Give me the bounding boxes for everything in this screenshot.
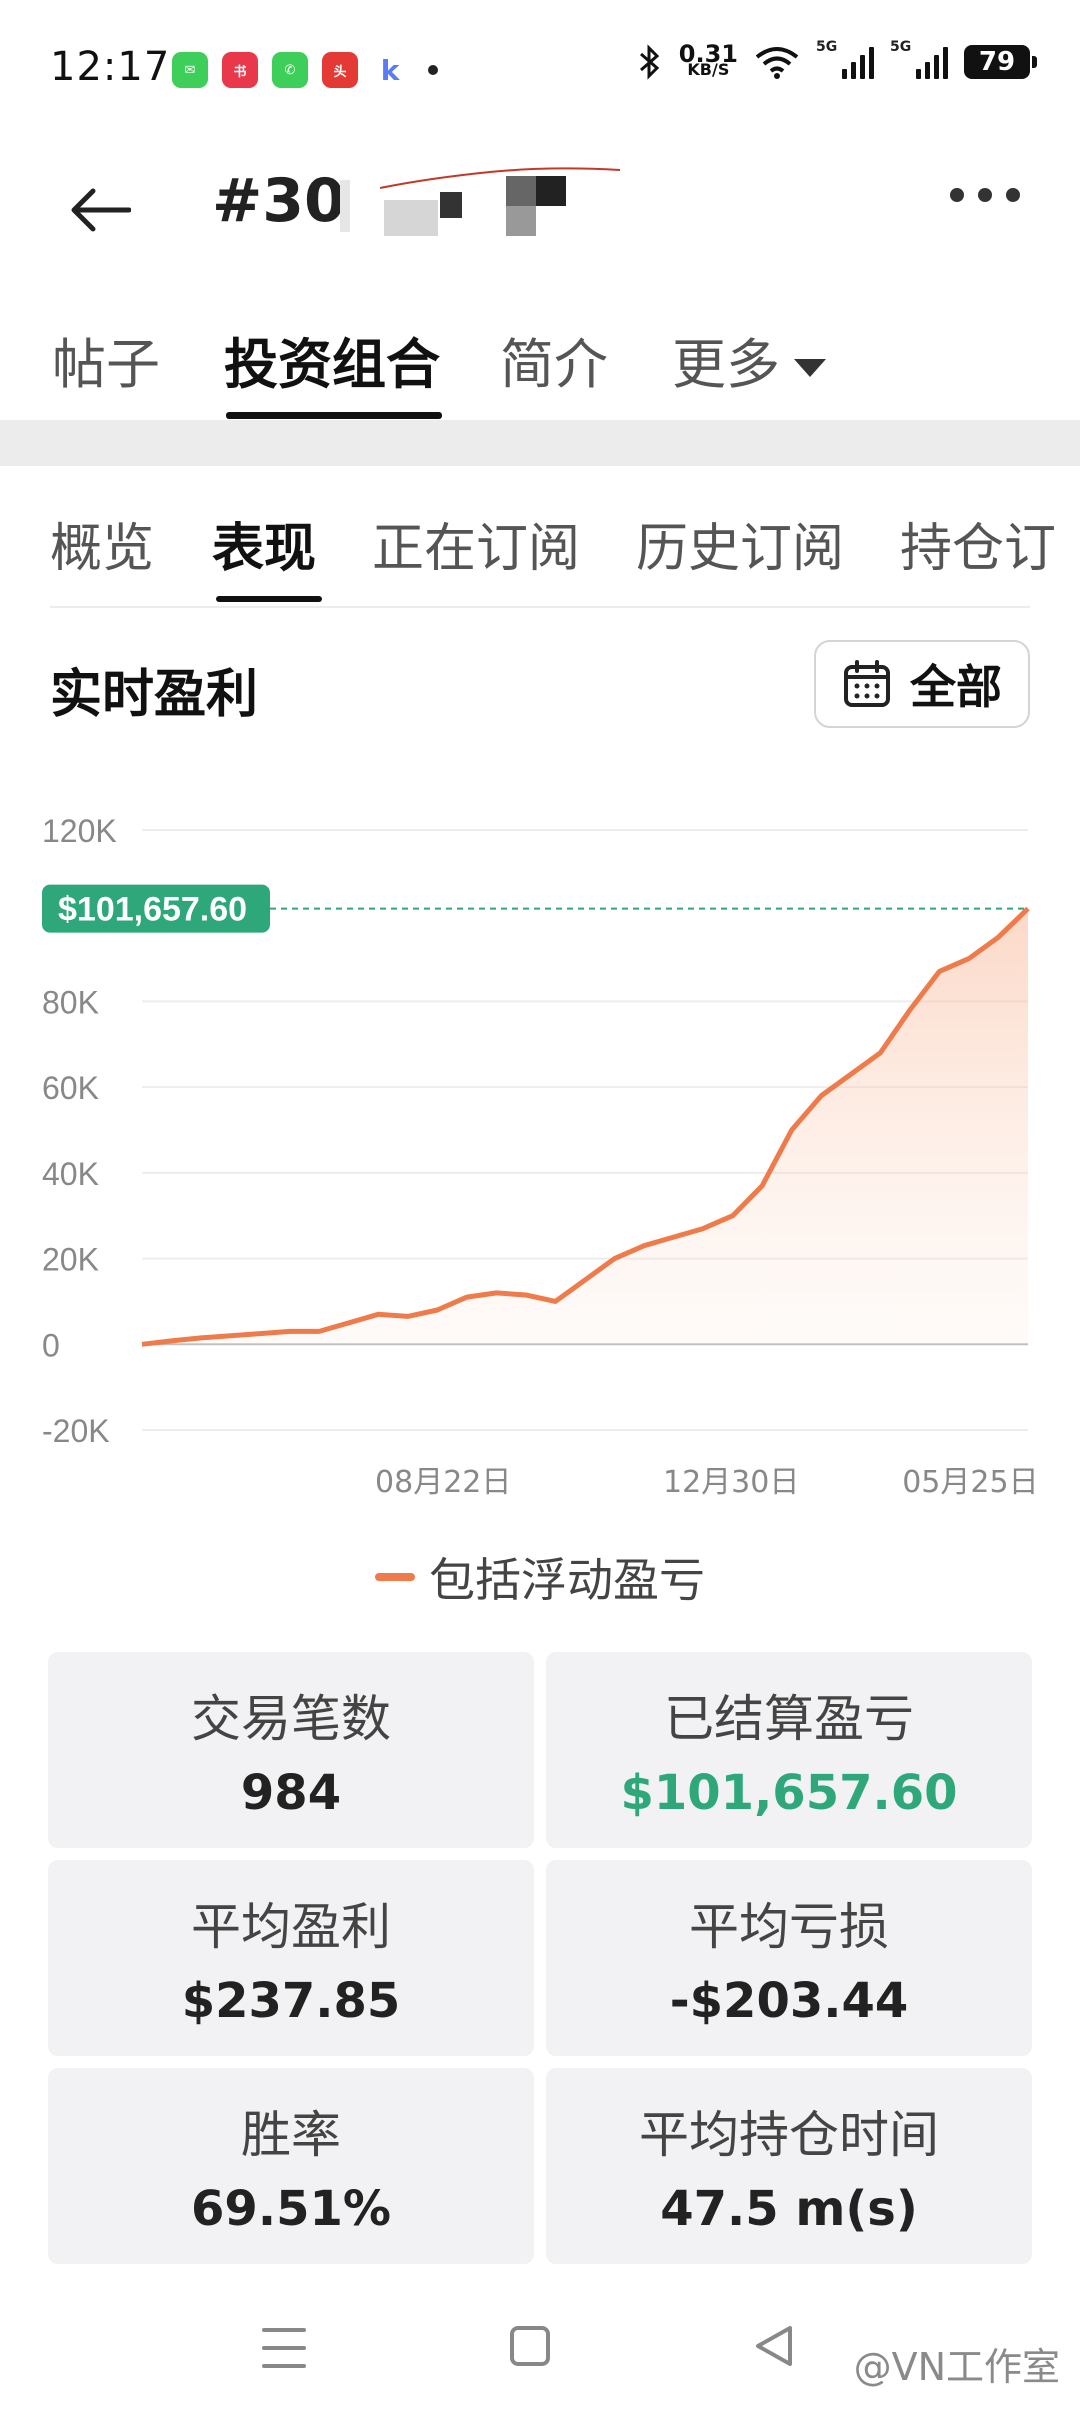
top-app-bar: #30 xyxy=(0,140,1080,270)
subtab-holdings[interactable]: 持仓订 xyxy=(900,506,1056,581)
y-tick-label: 120K xyxy=(42,813,117,849)
more-options-button[interactable] xyxy=(950,188,1020,202)
calendar-icon xyxy=(844,660,890,707)
x-tick-label: 05月25日 xyxy=(902,1465,1038,1500)
page-title: #30 xyxy=(212,166,346,236)
main-tab-bar: 帖子 投资组合 简介 更多 xyxy=(0,300,1080,420)
current-value-tag: $101,657.60 xyxy=(42,884,270,933)
redacted-name-block xyxy=(506,206,536,236)
stat-trade-count: 交易笔数 984 xyxy=(48,1652,534,1848)
more-dots-icon xyxy=(950,188,964,202)
bluetooth-icon xyxy=(639,44,659,80)
stat-value: -$203.44 xyxy=(669,1973,909,2029)
back-nav-button[interactable] xyxy=(752,2324,796,2368)
tab-more[interactable]: 更多 xyxy=(672,320,826,399)
stat-label: 平均盈利 xyxy=(191,1898,391,1956)
back-button[interactable] xyxy=(60,170,140,250)
status-app-icons: ✉ 书 ✆ 头 k xyxy=(172,52,438,88)
tab-profile[interactable]: 简介 xyxy=(500,320,608,399)
date-range-label: 全部 xyxy=(910,660,1002,714)
y-tick-label: 80K xyxy=(42,984,99,1020)
phone-icon: ✆ xyxy=(272,52,308,88)
section-title: 实时盈利 xyxy=(50,665,259,725)
status-time: 12:17 xyxy=(50,44,171,90)
battery-icon: 79 xyxy=(964,45,1037,79)
stat-win-rate: 胜率 69.51% xyxy=(48,2068,534,2264)
redacted-name-block xyxy=(384,200,438,236)
stat-label: 平均亏损 xyxy=(689,1898,889,1956)
caret-down-icon xyxy=(794,359,826,378)
stat-value: 69.51% xyxy=(191,2181,391,2237)
y-tick-label: 0 xyxy=(42,1327,60,1363)
toutiao-icon: 头 xyxy=(322,52,358,88)
home-button[interactable] xyxy=(510,2326,550,2366)
redacted-name-block xyxy=(340,180,350,232)
stat-label: 平均持仓时间 xyxy=(639,2106,939,2164)
kuaishou-icon: k xyxy=(372,52,408,88)
tab-portfolio[interactable]: 投资组合 xyxy=(224,320,440,399)
y-tick-label: -20K xyxy=(42,1413,110,1449)
x-tick-label: 08月22日 xyxy=(375,1465,511,1500)
stat-value: $101,657.60 xyxy=(620,1765,958,1821)
signal-2-icon: 5G xyxy=(890,39,948,79)
net-speed: 0.31 KB/S xyxy=(678,40,738,79)
watermark: @VN工作室 xyxy=(853,2345,1060,2389)
profit-chart-svg: 120K80K60K40K20K0-20K08月22日 12月30日 05月25日 … xyxy=(42,813,1039,1500)
subtab-history[interactable]: 历史订阅 xyxy=(636,506,844,581)
stat-avg-hold-time: 平均持仓时间 47.5 m(s) xyxy=(546,2068,1032,2264)
stat-avg-profit: 平均盈利 $237.85 xyxy=(48,1860,534,2056)
tab-more-label: 更多 xyxy=(672,333,780,396)
chart-legend: 包括浮动盈亏 xyxy=(0,1544,1080,1610)
subtab-performance[interactable]: 表现 xyxy=(212,506,316,581)
stat-avg-loss: 平均亏损 -$203.44 xyxy=(546,1860,1032,2056)
status-right: 0.31 KB/S 5G 5G 79 xyxy=(637,39,1037,80)
stat-value: 47.5 m(s) xyxy=(660,2181,918,2237)
legend-label: 包括浮动盈亏 xyxy=(429,1553,705,1607)
y-tick-label: 40K xyxy=(42,1156,99,1192)
section-separator xyxy=(0,420,1080,466)
signal-1-icon: 5G xyxy=(816,39,874,79)
sub-tab-bar: 概览 表现 正在订阅 历史订阅 持仓订 xyxy=(0,466,1080,606)
stat-value: $237.85 xyxy=(181,1973,401,2029)
legend-swatch xyxy=(375,1573,415,1581)
stat-label: 交易笔数 xyxy=(191,1690,391,1748)
y-tick-label: 60K xyxy=(42,1070,99,1106)
recent-apps-button[interactable] xyxy=(262,2328,306,2368)
active-tab-indicator xyxy=(226,412,442,419)
wifi-icon xyxy=(755,47,799,79)
date-range-button[interactable]: 全部 xyxy=(814,640,1030,728)
tab-posts[interactable]: 帖子 xyxy=(52,320,160,399)
y-tick-label: 20K xyxy=(42,1242,99,1278)
stat-label: 胜率 xyxy=(241,2106,341,2164)
status-bar: 12:17 ✉ 书 ✆ 头 k 0.31 KB/S 5G 5G 79 xyxy=(0,0,1080,140)
notification-dot-icon xyxy=(428,65,438,75)
system-nav-bar: @VN工作室 xyxy=(0,2300,1080,2412)
active-subtab-indicator xyxy=(216,596,322,602)
xiaohongshu-icon: 书 xyxy=(222,52,258,88)
x-tick-label: 12月30日 xyxy=(663,1465,799,1500)
menu-icon xyxy=(262,2328,306,2332)
redaction-scribble xyxy=(379,167,621,189)
subtab-subscribing[interactable]: 正在订阅 xyxy=(372,506,580,581)
current-value-label: $101,657.60 xyxy=(58,891,247,929)
divider xyxy=(50,606,1030,608)
arrow-left-icon xyxy=(71,188,131,232)
stat-value: 984 xyxy=(240,1765,342,1821)
stat-settled-pnl: 已结算盈亏 $101,657.60 xyxy=(546,1652,1032,1848)
stat-label: 已结算盈亏 xyxy=(664,1690,914,1748)
stats-grid: 交易笔数 984 已结算盈亏 $101,657.60 平均盈利 $237.85 … xyxy=(48,1652,1032,2264)
messages-icon: ✉ xyxy=(172,52,208,88)
subtab-overview[interactable]: 概览 xyxy=(50,506,154,581)
profit-chart: 120K 80K 60K 40K 20K 0 -20K 08月22日 12月30日 05月25日 … xyxy=(0,780,1080,1520)
